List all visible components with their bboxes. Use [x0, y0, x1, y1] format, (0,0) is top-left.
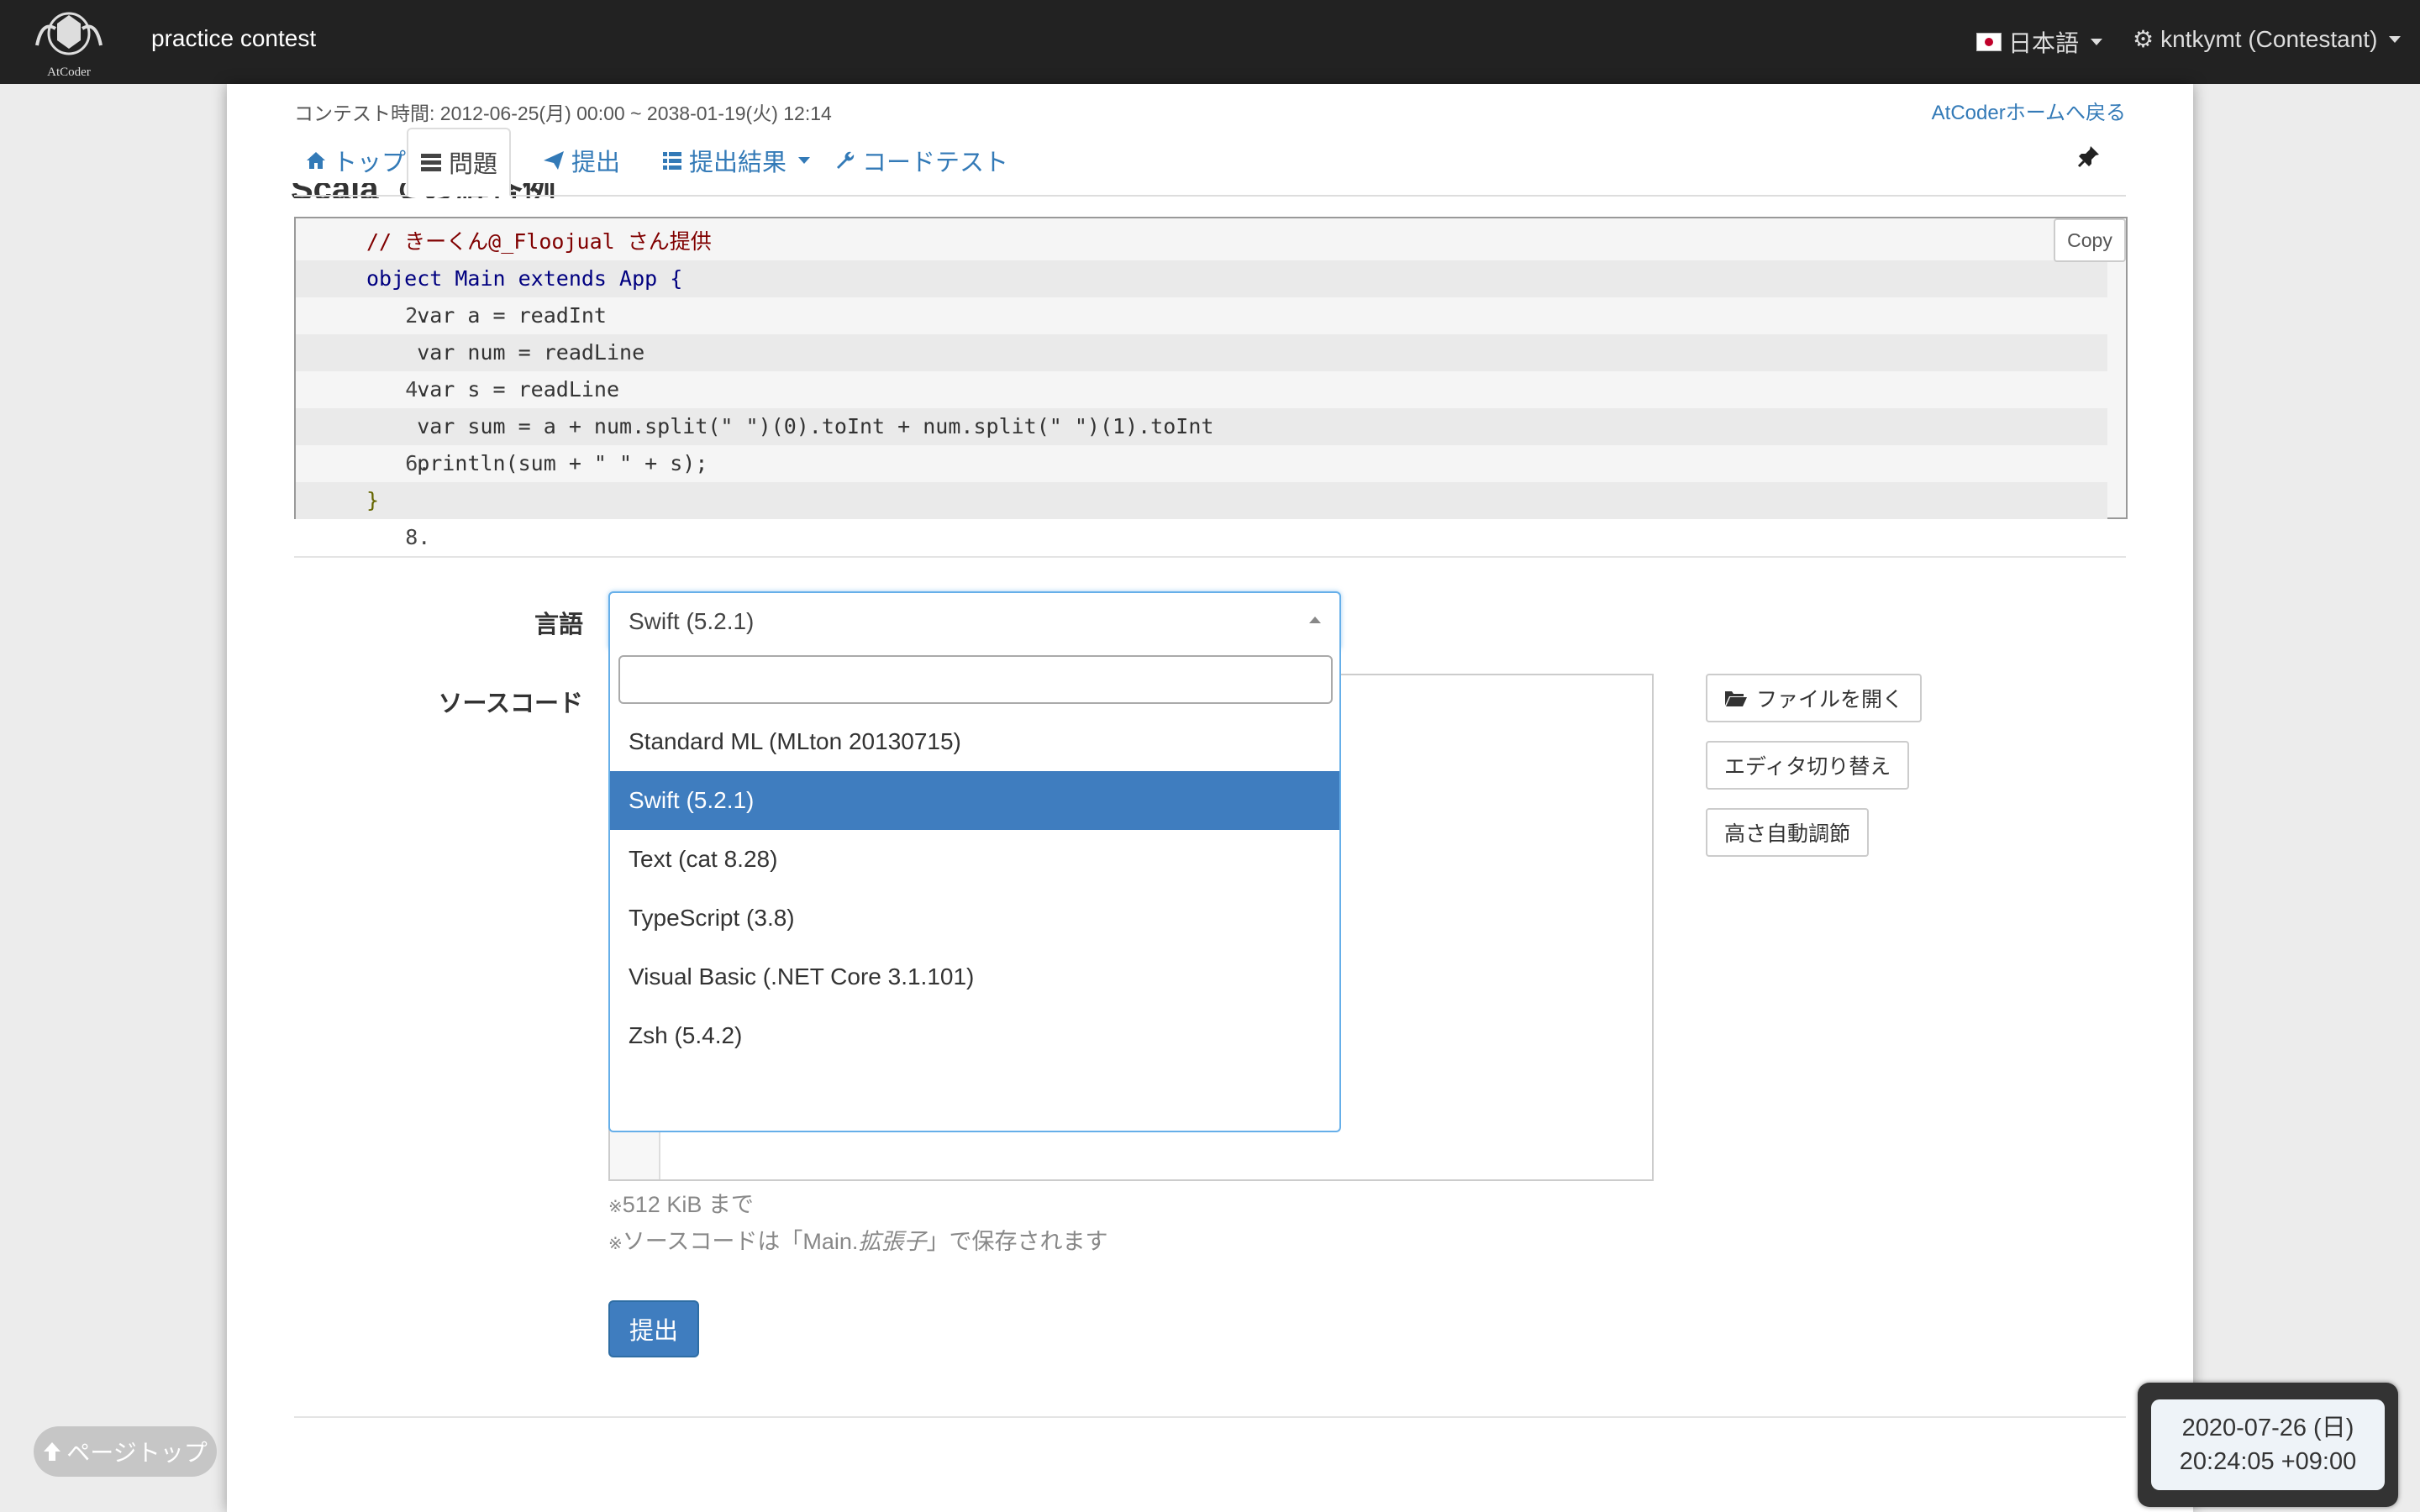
code-text: var a = readInt	[366, 303, 607, 328]
clock-date: 2020-07-26 (日)	[2181, 1415, 2354, 1441]
gear-icon: ⚙	[2133, 26, 2154, 52]
language-menu[interactable]: 日本語	[1976, 25, 2103, 59]
user-menu[interactable]: ⚙ kntkymt (Contestant)	[2133, 25, 2402, 53]
language-menu-label: 日本語	[2008, 30, 2080, 56]
language-option[interactable]: Zsh (5.4.2)	[610, 1006, 1339, 1065]
tab-code-test[interactable]: コードテスト	[823, 128, 1020, 193]
user-menu-label: kntkymt (Contestant)	[2160, 25, 2378, 52]
tab-problems[interactable]: 問題	[407, 128, 512, 197]
code-text: object Main extends App {	[366, 266, 683, 291]
arrow-up-icon	[44, 1442, 61, 1461]
code-line: 5. var s = readLine	[296, 371, 2107, 438]
save-note-suffix: 」で保存されます	[926, 1229, 1108, 1254]
code-line: 6. var sum = a + num.split(" ")(0).toInt…	[296, 408, 2107, 475]
save-filename-note: ※ソースコードは「Main.拡張子」で保存されます	[608, 1223, 1107, 1256]
code-line: 3. var a = readInt	[296, 297, 2107, 365]
pin-icon[interactable]	[2077, 144, 2101, 175]
list-icon	[663, 152, 681, 170]
page-top-button[interactable]: ページトップ	[34, 1426, 217, 1477]
note-mark: ※	[608, 1235, 623, 1253]
language-option[interactable]: TypeScript (3.8)	[610, 889, 1339, 948]
copy-button[interactable]: Copy	[2054, 218, 2126, 262]
save-note-prefix: ソースコードは「Main.	[622, 1229, 859, 1254]
code-line: 8.}	[296, 482, 2107, 549]
logo-text: AtCoder	[47, 66, 91, 79]
atcoder-home-link[interactable]: AtCoderホームへ戻る	[1932, 96, 2126, 125]
divider	[294, 1416, 2126, 1418]
tab-submit-label: 提出	[571, 150, 621, 176]
tab-top[interactable]: トップ	[294, 128, 418, 193]
language-dropdown: Standard ML (MLton 20130715) Swift (5.2.…	[608, 647, 1341, 1132]
japan-flag-icon	[1976, 33, 2002, 51]
contest-title[interactable]: practice contest	[151, 25, 316, 52]
list-icon	[421, 154, 441, 171]
size-limit-text: 512 KiB まで	[622, 1192, 754, 1217]
open-file-label: ファイルを開く	[1756, 688, 1904, 711]
code-line: 7. println(sum + " " + s);	[296, 445, 2107, 512]
language-option-selected[interactable]: Swift (5.2.1)	[610, 771, 1339, 830]
tab-submit[interactable]: 提出	[531, 128, 632, 193]
language-search-input[interactable]	[618, 655, 1333, 704]
code-line: 2. object Main extends App {	[296, 260, 2107, 328]
code-line: 4. var num = readLine	[296, 334, 2107, 402]
code-text: var num = readLine	[366, 340, 645, 365]
tab-code-test-label: コードテスト	[862, 150, 1009, 176]
auto-height-button[interactable]: 高さ自動調節	[1706, 808, 1870, 857]
code-text: var sum = a + num.split(" ")(0).toInt + …	[366, 414, 1214, 438]
tab-top-label: トップ	[333, 150, 407, 176]
code-text: println(sum + " " + s);	[366, 451, 708, 475]
code-text: // きーくん@_Floojual さん提供	[366, 229, 712, 254]
clock-time: 20:24:05 +09:00	[2179, 1448, 2357, 1475]
wrench-icon	[837, 151, 855, 169]
language-select-value: Swift (5.2.1)	[629, 608, 755, 634]
caret-down-icon	[2389, 35, 2402, 43]
tab-results[interactable]: 提出結果	[650, 128, 822, 193]
code-text: var s = readLine	[366, 377, 620, 402]
atcoder-logo[interactable]: AtCoder	[25, 3, 113, 79]
toggle-editor-button[interactable]: エディタ切り替え	[1706, 741, 1910, 790]
code-sample: 1.// きーくん@_Floojual さん提供 2.object Main e…	[294, 217, 2128, 549]
code-line: 1.// きーくん@_Floojual さん提供	[296, 223, 2107, 291]
submit-button[interactable]: 提出	[608, 1300, 699, 1357]
caret-down-icon	[2091, 39, 2103, 45]
clock-display: 2020-07-26 (日) 20:24:05 +09:00	[2151, 1399, 2385, 1490]
folder-open-icon	[1725, 691, 1747, 706]
home-icon	[307, 152, 325, 169]
contest-nav-tabs: トップ 問題 提出 提出結果 コードテスト	[294, 128, 2126, 197]
language-select[interactable]: Swift (5.2.1)	[608, 591, 1341, 648]
language-option[interactable]: Visual Basic (.NET Core 3.1.101)	[610, 948, 1339, 1006]
size-limit-note: ※512 KiB まで	[608, 1186, 754, 1219]
tab-problems-label: 問題	[449, 151, 498, 178]
save-note-ext: 拡張子	[858, 1229, 927, 1254]
navbar: AtCoder practice contest 日本語 ⚙ kntkymt (…	[0, 0, 2420, 84]
clock-widget: 2020-07-26 (日) 20:24:05 +09:00	[2138, 1383, 2398, 1507]
open-file-button[interactable]: ファイルを開く	[1706, 674, 1923, 722]
divider	[294, 556, 2126, 558]
language-option[interactable]: Text (cat 8.28)	[610, 830, 1339, 889]
line-number: 8.	[405, 525, 431, 549]
code-text: }	[366, 488, 380, 512]
contest-time: コンテスト時間: 2012-06-25(月) 00:00 ~ 2038-01-1…	[294, 102, 832, 124]
page-top-label: ページトップ	[66, 1440, 208, 1466]
source-code-label: ソースコード	[438, 690, 583, 717]
caret-down-icon	[798, 157, 811, 164]
language-option[interactable]: Standard ML (MLton 20130715)	[610, 712, 1339, 771]
chevron-up-icon	[1309, 617, 1321, 623]
send-icon	[544, 151, 564, 170]
main-panel: コンテスト時間: 2012-06-25(月) 00:00 ~ 2038-01-1…	[227, 84, 2193, 1512]
language-label: 言語	[534, 612, 583, 638]
tab-results-label: 提出結果	[689, 150, 787, 176]
note-mark: ※	[608, 1198, 623, 1216]
